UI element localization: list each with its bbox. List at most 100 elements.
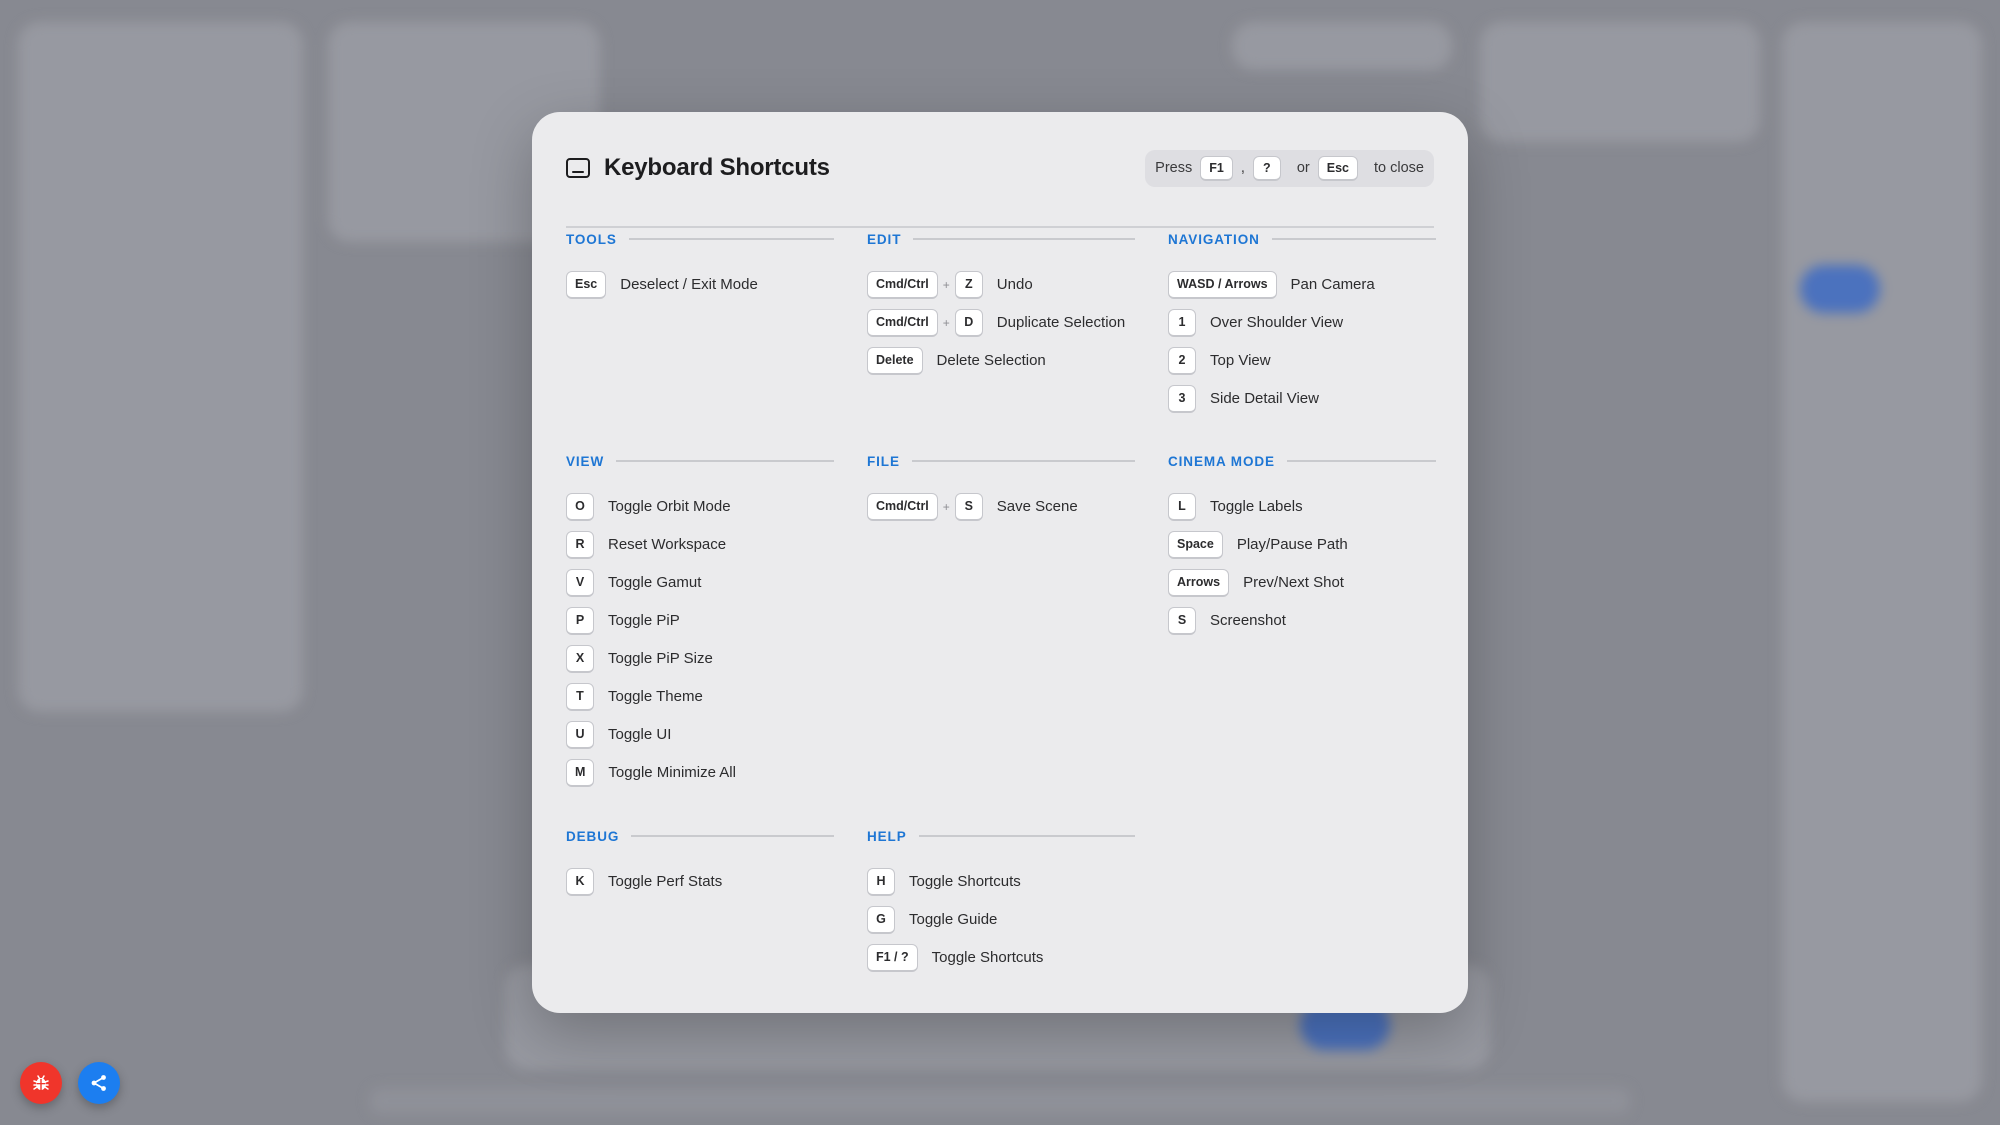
key-combo: O (566, 492, 594, 521)
close-hint-sep: , (1240, 160, 1245, 176)
shortcut-description: Toggle Shortcuts (931, 949, 1044, 966)
keycap: G (867, 905, 895, 934)
section-title: FILE (867, 453, 900, 469)
section-help: HELP H Toggle Shortcuts G Toggle Guide F1 / ?… (867, 827, 1135, 972)
keycap: T (566, 682, 594, 711)
close-hint: Press F1 , ? or Esc to close (1145, 149, 1434, 187)
share-button[interactable] (78, 1062, 120, 1104)
section-divider (913, 238, 1135, 240)
shortcut-description: Screenshot (1210, 612, 1286, 629)
debug-button[interactable] (20, 1062, 62, 1104)
keycap: 1 (1168, 308, 1196, 337)
shortcut-list: K Toggle Perf Stats (566, 867, 834, 896)
section-header: HELP (867, 827, 1135, 845)
close-key-esc: Esc (1317, 155, 1359, 181)
shortcut-description: Play/Pause Path (1236, 536, 1348, 553)
key-combo: Cmd/Ctrl + D (867, 308, 983, 337)
plus-sign: + (942, 277, 950, 292)
shortcut-row: V Toggle Gamut (566, 568, 834, 597)
key-combo: 2 (1168, 346, 1196, 375)
key-combo: G (867, 905, 895, 934)
keycap: 2 (1168, 346, 1196, 375)
title-wrap: Keyboard Shortcuts (566, 154, 830, 182)
shortcut-row: P Toggle PiP (566, 606, 834, 635)
shortcut-description: Side Detail View (1210, 390, 1319, 407)
shortcut-description: Reset Workspace (608, 536, 727, 553)
keycap: Cmd/Ctrl (867, 308, 938, 337)
shortcut-description: Toggle Guide (909, 911, 998, 928)
section-title: VIEW (566, 453, 605, 469)
keycap: Delete (867, 346, 923, 375)
modal-header: Keyboard Shortcuts Press F1 , ? or Esc t… (566, 140, 1434, 228)
shortcut-row: Cmd/Ctrl + Z Undo (867, 270, 1135, 299)
shortcut-description: Duplicate Selection (996, 314, 1126, 331)
keycap: U (566, 720, 594, 749)
key-combo: F1 / ? (867, 943, 918, 972)
section-file: FILE Cmd/Ctrl + S Save Scene (867, 452, 1135, 521)
shortcut-list: WASD / Arrows Pan Camera 1 Over Shoulder Vi… (1168, 270, 1436, 413)
section-title: EDIT (867, 231, 902, 247)
section-title: DEBUG (566, 828, 620, 844)
key-combo: L (1168, 492, 1196, 521)
shortcut-row: T Toggle Theme (566, 682, 834, 711)
close-key-f1: F1 (1200, 155, 1233, 181)
key-combo: Delete (867, 346, 923, 375)
shortcut-description: Toggle UI (608, 726, 672, 743)
key-combo: 1 (1168, 308, 1196, 337)
section-header: VIEW (566, 452, 834, 470)
key-combo: K (566, 867, 594, 896)
shortcut-description: Toggle Labels (1210, 498, 1303, 515)
keycap: R (566, 530, 594, 559)
key-combo: Esc (566, 270, 607, 299)
close-hint-suffix: to close (1374, 160, 1424, 176)
shortcut-row: R Reset Workspace (566, 530, 834, 559)
shortcut-row: Cmd/Ctrl + S Save Scene (867, 492, 1135, 521)
keycap: Space (1168, 530, 1223, 559)
keycap: WASD / Arrows (1168, 270, 1277, 299)
shortcut-list: H Toggle Shortcuts G Toggle Guide F1 / ? Togg… (867, 867, 1135, 972)
shortcut-description: Toggle Minimize All (608, 764, 736, 781)
shortcut-row: Space Play/Pause Path (1168, 530, 1436, 559)
key-combo: Cmd/Ctrl + S (867, 492, 983, 521)
shortcut-description: Pan Camera (1290, 276, 1375, 293)
section-tools: TOOLS Esc Deselect / Exit Mode (566, 230, 834, 299)
shortcut-description: Toggle Perf Stats (608, 873, 723, 890)
plus-sign: + (942, 499, 950, 514)
shortcut-row: Arrows Prev/Next Shot (1168, 568, 1436, 597)
section-divider (918, 835, 1135, 837)
shortcut-row: 2 Top View (1168, 346, 1436, 375)
shortcut-row: U Toggle UI (566, 720, 834, 749)
shortcut-row: X Toggle PiP Size (566, 644, 834, 673)
keycap: Cmd/Ctrl (867, 492, 938, 521)
key-combo: V (566, 568, 594, 597)
section-divider (631, 835, 834, 837)
shortcut-row: F1 / ? Toggle Shortcuts (867, 943, 1135, 972)
share-icon (91, 1075, 106, 1091)
plus-sign: + (942, 315, 950, 330)
shortcut-description: Toggle Gamut (608, 574, 702, 591)
key-combo: T (566, 682, 594, 711)
section-title: NAVIGATION (1168, 231, 1260, 247)
key-combo: Cmd/Ctrl + Z (867, 270, 983, 299)
keycap: O (566, 492, 594, 521)
section-cinema-mode: CINEMA MODE L Toggle Labels Space Play/Pause… (1168, 452, 1436, 635)
shortcut-description: Toggle PiP Size (608, 650, 713, 667)
section-title: HELP (867, 828, 907, 844)
section-header: DEBUG (566, 827, 834, 845)
shortcut-row: WASD / Arrows Pan Camera (1168, 270, 1436, 299)
key-combo: X (566, 644, 594, 673)
key-combo: H (867, 867, 895, 896)
section-divider (616, 460, 834, 462)
shortcut-list: Esc Deselect / Exit Mode (566, 270, 834, 299)
keycap: S (954, 492, 983, 521)
key-combo: R (566, 530, 594, 559)
shortcut-description: Delete Selection (936, 352, 1046, 369)
keycap: Arrows (1168, 568, 1230, 597)
keycap: H (867, 867, 895, 896)
close-key-question: ? (1252, 155, 1281, 181)
shortcut-description: Save Scene (996, 498, 1078, 515)
shortcut-row: H Toggle Shortcuts (867, 867, 1135, 896)
keyboard-icon (566, 158, 590, 178)
keycap: M (566, 758, 595, 787)
shortcut-row: Cmd/Ctrl + D Duplicate Selection (867, 308, 1135, 337)
